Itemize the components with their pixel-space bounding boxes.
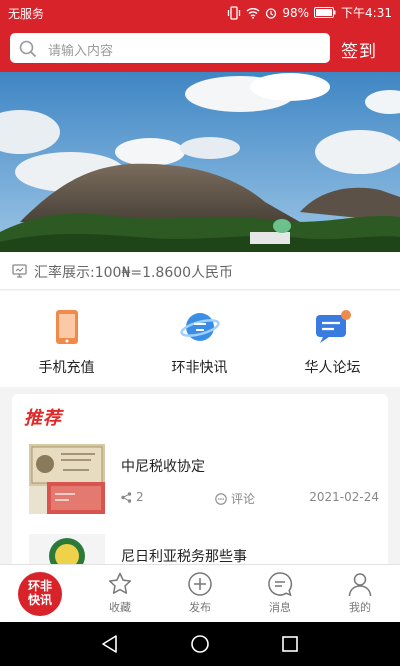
share-button[interactable]: 2: [121, 490, 144, 504]
home-icon[interactable]: [190, 634, 210, 654]
logo-text-line1: 环非: [27, 579, 52, 593]
signin-button[interactable]: 签到: [341, 37, 377, 62]
message-icon: [268, 572, 293, 597]
share-count: 2: [136, 490, 144, 504]
user-icon: [348, 573, 372, 597]
app-logo: 环非 快讯: [18, 572, 62, 616]
battery-icon: [314, 7, 336, 18]
tab-favorites[interactable]: 收藏: [80, 565, 160, 623]
quick-item-label: 华人论坛: [304, 360, 361, 376]
recents-icon[interactable]: [280, 634, 300, 654]
planet-icon: [180, 313, 220, 341]
chat-icon: [316, 310, 351, 343]
quick-item-phone-recharge[interactable]: 手机充值: [0, 291, 133, 387]
vibrate-icon: [228, 5, 241, 20]
app-header: 无服务 98% 下午4:31 请输入内容 签到: [0, 0, 400, 72]
system-nav-bar: [0, 622, 400, 666]
news-title: 尼日利亚税务那些事: [121, 549, 247, 565]
news-meta: 2 评论 2021-02-24: [121, 490, 379, 506]
quick-item-news[interactable]: 环非快讯: [133, 291, 266, 387]
battery-percent: 98%: [282, 5, 310, 20]
search-icon: [19, 40, 37, 58]
monitor-icon: [12, 264, 27, 278]
search-placeholder: 请输入内容: [48, 44, 114, 59]
tab-label: 我的: [349, 601, 371, 614]
tab-publish[interactable]: 发布: [160, 565, 240, 623]
search-input[interactable]: 请输入内容: [10, 33, 330, 63]
banner-image[interactable]: [0, 72, 400, 252]
carrier-text: 无服务: [8, 7, 45, 21]
clock-text: 下午4:31: [341, 6, 392, 20]
alarm-icon: [266, 7, 277, 19]
plus-circle-icon: [188, 572, 212, 596]
quick-item-label: 环非快讯: [171, 360, 228, 376]
comment-label: 评论: [231, 492, 256, 506]
tab-label: 消息: [269, 601, 291, 614]
tab-messages[interactable]: 消息: [240, 565, 320, 623]
star-icon: [108, 572, 132, 594]
quick-item-forum[interactable]: 华人论坛: [266, 291, 399, 387]
news-date: 2021-02-24: [309, 490, 379, 504]
tab-label: 发布: [189, 601, 211, 614]
tab-label: 收藏: [109, 601, 131, 614]
phone-icon: [56, 310, 78, 344]
share-icon: [121, 491, 132, 503]
back-icon[interactable]: [100, 634, 120, 654]
quick-menu: 手机充值 环非快讯 华人论坛: [0, 291, 400, 387]
comment-button[interactable]: 评论: [215, 490, 255, 507]
bottom-tab-bar: 环非 快讯 收藏 发布 消息 我的: [0, 564, 400, 622]
status-bar: 无服务 98% 下午4:31: [0, 0, 400, 26]
status-right: 98% 下午4:31: [227, 4, 392, 21]
tab-profile[interactable]: 我的: [320, 565, 400, 623]
wifi-icon: [246, 7, 260, 19]
news-title: 中尼税收协定: [121, 459, 205, 475]
news-item[interactable]: 中尼税收协定 2 评论 2021-02-24: [12, 444, 388, 524]
logo-text-line2: 快讯: [27, 593, 52, 607]
tab-home[interactable]: 环非 快讯: [0, 565, 80, 623]
news-thumbnail: [29, 444, 105, 514]
exchange-rate-bar: 汇率展示:100₦=1.8600人民币: [0, 252, 400, 290]
recommend-title: 推荐: [24, 408, 62, 429]
exchange-rate-text: 汇率展示:100₦=1.8600人民币: [34, 265, 234, 281]
comment-icon: [215, 492, 227, 505]
quick-item-label: 手机充值: [38, 360, 95, 376]
recommend-section: 推荐 中尼税收协定 2 评论 2021-02-24 尼日利亚税务那些事: [12, 394, 388, 569]
